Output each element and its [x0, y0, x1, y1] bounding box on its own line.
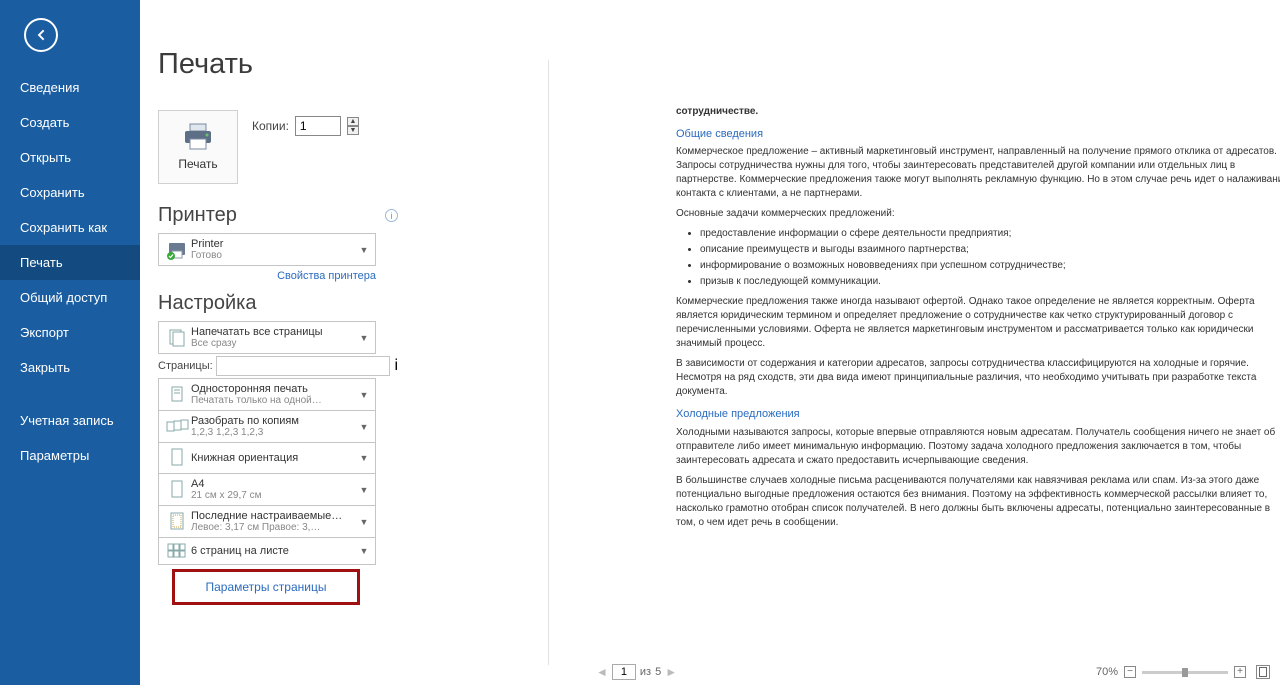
pages-input[interactable] — [216, 356, 390, 376]
printer-dropdown[interactable]: Printer Готово ▼ — [158, 233, 376, 266]
preview-footer: ◄ из 5 ► 70% − + — [576, 659, 1280, 685]
info-icon[interactable]: i — [394, 357, 398, 375]
sidebar-item-0[interactable]: Сведения — [0, 70, 140, 105]
chevron-down-icon: ▼ — [357, 517, 371, 527]
printer-section-title: Принтер i — [158, 184, 398, 227]
next-page-icon[interactable]: ► — [665, 665, 677, 679]
sidebar-item-8[interactable]: Закрыть — [0, 350, 140, 385]
chevron-down-icon: ▼ — [357, 245, 371, 255]
sidebar-item-5[interactable]: Печать — [0, 245, 140, 280]
copies-input[interactable] — [295, 116, 341, 136]
pages-row: Страницы: i — [158, 356, 398, 376]
pages-label: Страницы: — [158, 360, 216, 372]
copies-spinner: ▲ ▼ — [347, 117, 359, 135]
spin-down-icon[interactable]: ▼ — [347, 126, 359, 135]
margins-icon — [163, 511, 191, 533]
sidebar-item-4[interactable]: Сохранить как — [0, 210, 140, 245]
print-button-label: Печать — [178, 157, 217, 171]
sidebar-item-7[interactable]: Экспорт — [0, 315, 140, 350]
chevron-down-icon: ▼ — [357, 333, 371, 343]
page-number-input[interactable] — [612, 664, 636, 680]
print-panel: Печать Копии: ▲ ▼ Принтер i Printer Гото… — [158, 110, 398, 605]
settings-section-title: Настройка — [158, 292, 398, 315]
sidebar: СведенияСоздатьОткрытьСохранитьСохранить… — [0, 0, 140, 685]
onesided-icon — [163, 384, 191, 406]
print-range-dropdown[interactable]: Напечатать все страницыВсе сразу ▼ — [158, 321, 376, 354]
preview-document: сотрудничестве. Общие сведения Коммерчес… — [664, 105, 1280, 530]
pages-icon — [163, 327, 191, 349]
papersize-icon — [163, 479, 191, 501]
page-nav: ◄ из 5 ► — [596, 664, 677, 680]
printer-status: Готово — [191, 250, 357, 261]
margins-dropdown[interactable]: Последние настраиваемые…Левое: 3,17 см П… — [158, 506, 376, 538]
vertical-separator — [548, 60, 549, 665]
print-button[interactable]: Печать — [158, 110, 238, 184]
prev-page-icon[interactable]: ◄ — [596, 665, 608, 679]
multi-icon — [163, 542, 191, 560]
page-setup-link[interactable]: Параметры страницы — [172, 569, 360, 605]
printer-icon — [182, 123, 214, 151]
sidebar-item-6[interactable]: Общий доступ — [0, 280, 140, 315]
printer-ready-icon — [163, 240, 191, 260]
main-area: Печать Печать Копии: ▲ ▼ Принтер i Print… — [140, 0, 1280, 685]
chevron-down-icon: ▼ — [357, 390, 371, 400]
sidebar-bottom-0[interactable]: Учетная запись — [0, 403, 140, 438]
page-title: Печать — [158, 48, 1280, 81]
back-button[interactable] — [24, 18, 58, 52]
of-label: из — [640, 666, 651, 678]
zoom-slider[interactable] — [1142, 671, 1228, 674]
zoom-level: 70% — [1096, 666, 1118, 678]
copies-row: Копии: ▲ ▼ — [252, 116, 359, 136]
chevron-down-icon: ▼ — [357, 422, 371, 432]
orientation-dropdown[interactable]: Книжная ориентация ▼ — [158, 443, 376, 474]
zoom-out-button[interactable]: − — [1124, 666, 1136, 678]
spin-up-icon[interactable]: ▲ — [347, 117, 359, 126]
printer-properties-link[interactable]: Свойства принтера — [158, 270, 376, 282]
sidebar-item-2[interactable]: Открыть — [0, 140, 140, 175]
chevron-down-icon: ▼ — [357, 485, 371, 495]
print-preview: сотрудничестве. Общие сведения Коммерчес… — [576, 105, 1280, 655]
duplex-dropdown[interactable]: Односторонняя печатьПечатать только на о… — [158, 378, 376, 411]
fit-page-button[interactable] — [1256, 665, 1270, 679]
papersize-dropdown[interactable]: A421 см x 29,7 см ▼ — [158, 474, 376, 506]
arrow-left-icon — [33, 27, 49, 43]
chevron-down-icon: ▼ — [357, 453, 371, 463]
collate-icon — [163, 418, 191, 436]
sidebar-item-3[interactable]: Сохранить — [0, 175, 140, 210]
copies-label: Копии: — [252, 119, 289, 133]
portrait-icon — [163, 447, 191, 469]
chevron-down-icon: ▼ — [357, 546, 371, 556]
total-pages: 5 — [655, 666, 661, 678]
sidebar-bottom-1[interactable]: Параметры — [0, 438, 140, 473]
printer-name: Printer — [191, 238, 357, 250]
info-icon[interactable]: i — [385, 209, 398, 222]
sidebar-item-1[interactable]: Создать — [0, 105, 140, 140]
zoom-controls: 70% − + — [1096, 665, 1270, 679]
pages-per-sheet-dropdown[interactable]: 6 страниц на листе ▼ — [158, 538, 376, 565]
zoom-in-button[interactable]: + — [1234, 666, 1246, 678]
collate-dropdown[interactable]: Разобрать по копиям1,2,3 1,2,3 1,2,3 ▼ — [158, 411, 376, 443]
